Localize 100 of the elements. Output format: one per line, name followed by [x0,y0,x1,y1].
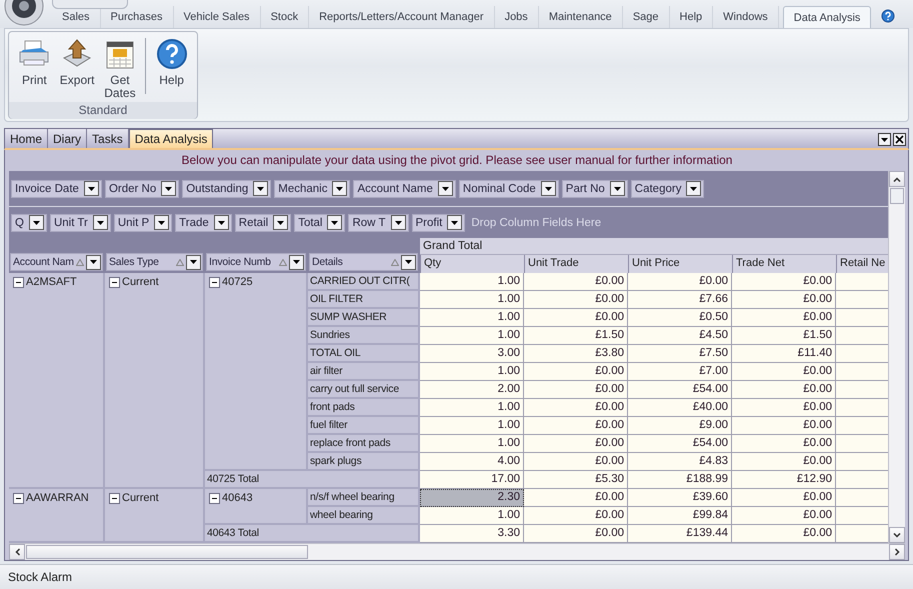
scroll-right-button[interactable] [889,544,905,560]
detail-label: fuel filter [308,417,420,435]
ribbon-button[interactable]: Help [150,36,193,89]
caret-icon [405,260,412,264]
value-cell: £0.00 [732,291,836,309]
data-field[interactable]: Q [11,214,47,232]
caret-icon [158,220,166,224]
minus-icon [111,279,118,286]
data-field[interactable]: Total [294,214,346,232]
filter-field[interactable]: Account Name [353,180,456,198]
scroll-down-button[interactable] [889,527,905,543]
column-header: Qty [420,255,524,273]
value-cell: £0.00 [524,489,628,507]
drop-hint: Drop Column Fields Here [471,216,602,228]
filter-field[interactable]: Outstanding [182,180,272,198]
ribbon-tab[interactable]: Data Analysis [782,6,872,28]
caret-icon [451,220,458,224]
scroll-up-button[interactable] [889,171,905,187]
collapse-button[interactable] [13,277,24,288]
value-cell: £9.00 [628,417,732,435]
value-cell: 2.30 [420,489,524,507]
detail-label: n/s/f wheel bearing [308,489,420,507]
column-header: Unit Price [628,255,732,273]
value-cell: 1.00 [420,363,524,381]
value-cell: £0.00 [732,507,836,525]
row-field[interactable]: Invoice Numb [206,253,306,271]
detail-label: SUMP WASHER [308,309,420,327]
sales-type: Current [122,492,159,504]
account-name: A2MSAFT [26,276,77,288]
caret-icon [336,186,344,190]
grand-total-header: Grand Total [420,238,888,255]
scroll-left-button[interactable] [9,544,25,560]
value-cell: £54.00 [628,435,732,453]
column-header: Unit Trade [524,255,628,273]
value-cell: £12.90 [732,471,836,489]
help-icon [156,38,188,70]
help-icon[interactable] [881,9,896,23]
value-cell: £5.30 [524,471,628,489]
filter-field[interactable]: Order No [104,180,180,198]
data-field[interactable]: Trade [175,214,232,232]
collapse-button[interactable] [109,277,120,288]
data-field[interactable]: Row T [348,214,409,232]
value-cell: 1.00 [420,399,524,417]
scroll-thumb[interactable] [26,545,308,559]
minus-icon [15,279,22,286]
value-cell: 4.00 [420,453,524,471]
filter-field[interactable]: Nominal Code [458,180,559,198]
data-field[interactable]: Unit P [114,214,172,232]
value-cell: 1.00 [420,507,524,525]
value-cell: 1.00 [420,435,524,453]
value-cell: £0.00 [524,399,628,417]
collapse-button[interactable] [13,493,24,504]
document-tab[interactable]: Home [5,129,48,148]
detail-label: spark plugs [308,453,420,471]
filter-field[interactable]: Part No [562,180,628,198]
document-tab[interactable]: Diary [48,129,88,148]
row-field[interactable]: Sales Type [106,253,203,271]
filter-field[interactable]: Mechanic [274,180,350,198]
scroll-thumb[interactable] [890,188,904,204]
caret-icon [331,220,338,224]
data-field[interactable]: Retail [234,214,292,232]
value-cell: £0.00 [524,291,628,309]
collapse-button[interactable] [209,493,220,504]
value-cell: 3.00 [420,345,524,363]
value-cell: £0.50 [628,309,732,327]
info-text: Below you can manipulate your data using the pivot grid. Please see user manual for further information [180,152,734,169]
row-field[interactable]: Details [309,253,418,271]
value-cell: £11.40 [732,345,836,363]
value-cell: £0.00 [732,381,836,399]
collapse-button[interactable] [209,277,220,288]
row-field[interactable]: Account Nam [10,253,103,271]
value-cell: £1.50 [524,327,628,345]
minus-icon [15,495,22,502]
minus-icon [211,495,218,502]
chevron-icon [14,548,20,556]
minus-icon [111,495,118,502]
close-button[interactable] [893,133,906,146]
collapse-button[interactable] [109,493,120,504]
horizontal-scrollbar[interactable] [9,543,905,560]
dropdown-button[interactable] [878,133,891,146]
caret-icon [90,260,97,264]
detail-label: Sundries [308,327,420,345]
vertical-scrollbar[interactable] [888,171,905,543]
caret-icon [544,186,552,190]
ribbon-button[interactable]: Export [56,36,99,89]
value-cell: £7.66 [628,291,732,309]
detail-label: air filter [308,363,420,381]
value-cell: £99.84 [628,507,732,525]
filter-field[interactable]: Category [630,180,704,198]
caret-icon [257,186,264,190]
filter-field[interactable]: Invoice Date [11,180,102,198]
data-field[interactable]: Unit Tr [50,214,111,232]
ribbon-button[interactable]: Get Dates [98,36,142,102]
detail-label: wheel bearing [308,507,420,525]
data-field[interactable]: Profit [412,214,466,232]
document-tab[interactable]: Data Analysis [128,129,214,148]
account-name: AAWARRAN [26,492,89,504]
value-cell: £7.50 [628,345,732,363]
invoice-number: 40725 [222,276,253,288]
ribbon-button[interactable]: Print [13,36,56,89]
